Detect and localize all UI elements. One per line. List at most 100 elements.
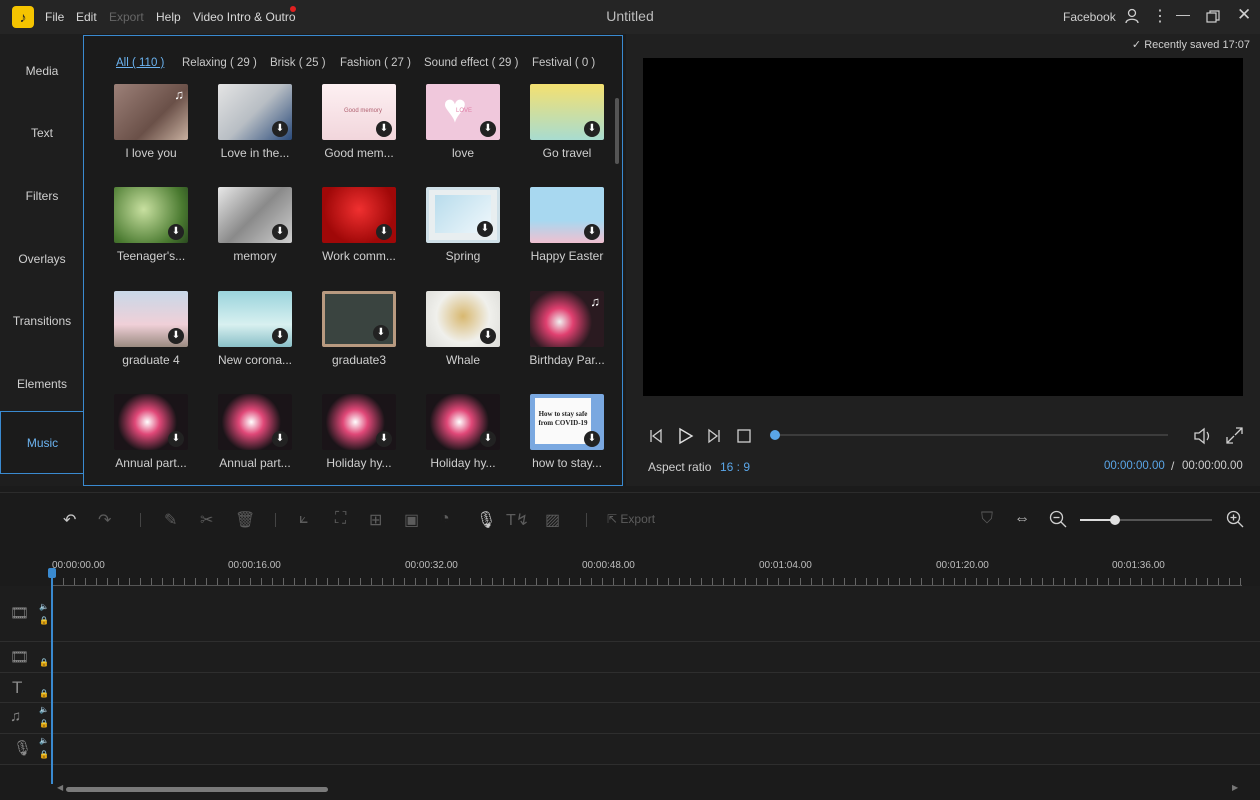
music-thumbnail[interactable]: ⬇ (426, 394, 500, 450)
music-thumbnail[interactable]: Good memory ⬇ (322, 84, 396, 140)
lock-icon[interactable]: 🔒 (39, 616, 49, 625)
edit-pencil-icon[interactable]: ✎ (164, 510, 177, 530)
music-thumbnail[interactable]: ⬇ (218, 291, 292, 347)
zoom-slider-handle[interactable] (1110, 515, 1120, 525)
music-thumbnail[interactable]: ⬇ (218, 84, 292, 140)
snapshot-icon[interactable]: ▣ (404, 510, 419, 530)
download-icon[interactable]: ⬇ (272, 224, 288, 240)
tab-brisk[interactable]: Brisk ( 25 ) (270, 57, 326, 69)
tab-festival[interactable]: Festival ( 0 ) (532, 57, 595, 69)
microphone-icon[interactable]: 🎙 (476, 510, 496, 530)
fit-timeline-icon[interactable]: ⇔ (1014, 510, 1030, 528)
stop-icon[interactable] (737, 429, 751, 443)
undo-icon[interactable]: ↶ (63, 510, 76, 530)
music-thumbnail[interactable]: ⬇ (114, 291, 188, 347)
fullscreen-icon[interactable] (1226, 427, 1243, 444)
playhead-handle[interactable] (48, 568, 56, 578)
play-icon[interactable] (676, 427, 694, 445)
download-icon[interactable]: ⬇ (480, 121, 496, 137)
download-icon[interactable]: ⬇ (272, 121, 288, 137)
sidebar-item-elements[interactable]: Elements (0, 353, 84, 415)
menu-help[interactable]: Help (156, 10, 181, 24)
download-icon[interactable]: ⬇ (376, 121, 392, 137)
tab-sound-effect[interactable]: Sound effect ( 29 ) (424, 57, 518, 69)
volume-icon[interactable] (1193, 427, 1213, 445)
menu-export[interactable]: Export (109, 10, 144, 24)
cut-icon[interactable]: ✂ (200, 510, 213, 530)
music-thumbnail[interactable]: How to stay safe from COVID-19 ⬇ (530, 394, 604, 450)
music-thumbnail[interactable]: ♥ LOVE ⬇ (426, 84, 500, 140)
minimize-icon[interactable]: — (1176, 6, 1190, 22)
music-thumbnail[interactable]: ⬇ (322, 394, 396, 450)
split-icon[interactable]: ⊞ (369, 510, 382, 530)
text-track[interactable]: T 🔒 (0, 673, 1260, 703)
restore-icon[interactable] (1206, 10, 1220, 24)
lock-icon[interactable]: 🔒 (39, 750, 49, 759)
delete-icon[interactable]: 🗑 (235, 510, 255, 530)
more-options-icon[interactable]: ⋮ (1152, 6, 1168, 26)
mute-icon[interactable]: 🔈 (39, 736, 49, 745)
music-track[interactable]: ♫ 🔈 🔒 (0, 703, 1260, 734)
progress-track[interactable] (776, 434, 1168, 436)
music-thumbnail[interactable]: ⬇ (530, 187, 604, 243)
music-thumbnail[interactable]: ⬇ (218, 394, 292, 450)
tab-all[interactable]: All ( 110 ) (116, 57, 164, 69)
sidebar-item-filters[interactable]: Filters (0, 165, 84, 227)
music-thumbnail[interactable]: ⬇ (218, 187, 292, 243)
video-track-main[interactable]: 🎞 🔈 🔒 (0, 586, 1260, 642)
scroll-right-icon[interactable]: ▶ (1232, 783, 1238, 792)
playhead[interactable] (51, 570, 53, 784)
download-icon[interactable]: ⬇ (477, 221, 493, 237)
download-icon[interactable]: ⬇ (376, 431, 392, 447)
sidebar-item-overlays[interactable]: Overlays (0, 228, 84, 290)
sidebar-item-music[interactable]: Music (0, 411, 84, 474)
marker-icon[interactable]: ⛉ (981, 510, 993, 528)
mute-icon[interactable]: 🔈 (39, 602, 49, 611)
download-icon[interactable]: ⬇ (480, 328, 496, 344)
aspect-ratio-value[interactable]: 16 : 9 (720, 460, 750, 474)
music-thumbnail[interactable]: ♫ (114, 84, 188, 140)
export-button[interactable]: ⇱ Export (607, 512, 655, 526)
scroll-left-icon[interactable]: ◀ (57, 783, 63, 792)
sidebar-item-transitions[interactable]: Transitions (0, 290, 84, 352)
image-icon[interactable]: ▨ (545, 510, 560, 530)
lock-icon[interactable]: 🔒 (39, 658, 49, 667)
lock-icon[interactable]: 🔒 (39, 719, 49, 728)
tab-fashion[interactable]: Fashion ( 27 ) (340, 57, 411, 69)
music-thumbnail[interactable]: ⬇ (426, 187, 500, 243)
music-thumbnail[interactable]: ⬇ (530, 84, 604, 140)
close-icon[interactable]: ✕ (1237, 5, 1251, 25)
overlay-track[interactable]: 🎞 🔒 (0, 642, 1260, 673)
crop-icon[interactable]: ⟀ (299, 510, 309, 528)
menu-edit[interactable]: Edit (76, 10, 97, 24)
previous-frame-icon[interactable] (648, 428, 664, 444)
tab-relaxing[interactable]: Relaxing ( 29 ) (182, 57, 257, 69)
music-thumbnail[interactable]: ⬇ (322, 291, 396, 347)
music-thumbnail[interactable]: ⬇ (426, 291, 500, 347)
download-icon[interactable]: ⬇ (584, 121, 600, 137)
text-to-speech-icon[interactable]: T↯ (506, 510, 529, 530)
account-label[interactable]: Facebook (1063, 10, 1116, 24)
download-icon[interactable]: ⬇ (480, 431, 496, 447)
music-thumbnail[interactable]: ⬇ (114, 187, 188, 243)
download-icon[interactable]: ⬇ (376, 224, 392, 240)
sidebar-item-text[interactable]: Text (0, 102, 84, 164)
user-icon[interactable] (1124, 8, 1140, 24)
mute-icon[interactable]: 🔈 (39, 705, 49, 714)
speed-icon[interactable]: ◔ (440, 510, 450, 528)
download-icon[interactable]: ⬇ (584, 224, 600, 240)
library-scrollbar[interactable] (615, 98, 619, 164)
progress-slider-handle[interactable] (770, 430, 780, 440)
download-icon[interactable]: ⬇ (373, 325, 389, 341)
voice-track[interactable]: 🎙 🔈 🔒 (0, 734, 1260, 765)
menu-video-intro-outro[interactable]: Video Intro & Outro (193, 10, 296, 24)
lock-icon[interactable]: 🔒 (39, 689, 49, 698)
download-icon[interactable]: ⬇ (168, 328, 184, 344)
sidebar-item-media[interactable]: Media (0, 40, 84, 102)
music-thumbnail[interactable]: ⬇ (322, 187, 396, 243)
zoom-in-icon[interactable] (1226, 510, 1244, 528)
download-icon[interactable]: ⬇ (168, 224, 184, 240)
menu-file[interactable]: File (45, 10, 64, 24)
download-icon[interactable]: ⬇ (272, 328, 288, 344)
resize-icon[interactable]: ⛶ (335, 510, 346, 528)
